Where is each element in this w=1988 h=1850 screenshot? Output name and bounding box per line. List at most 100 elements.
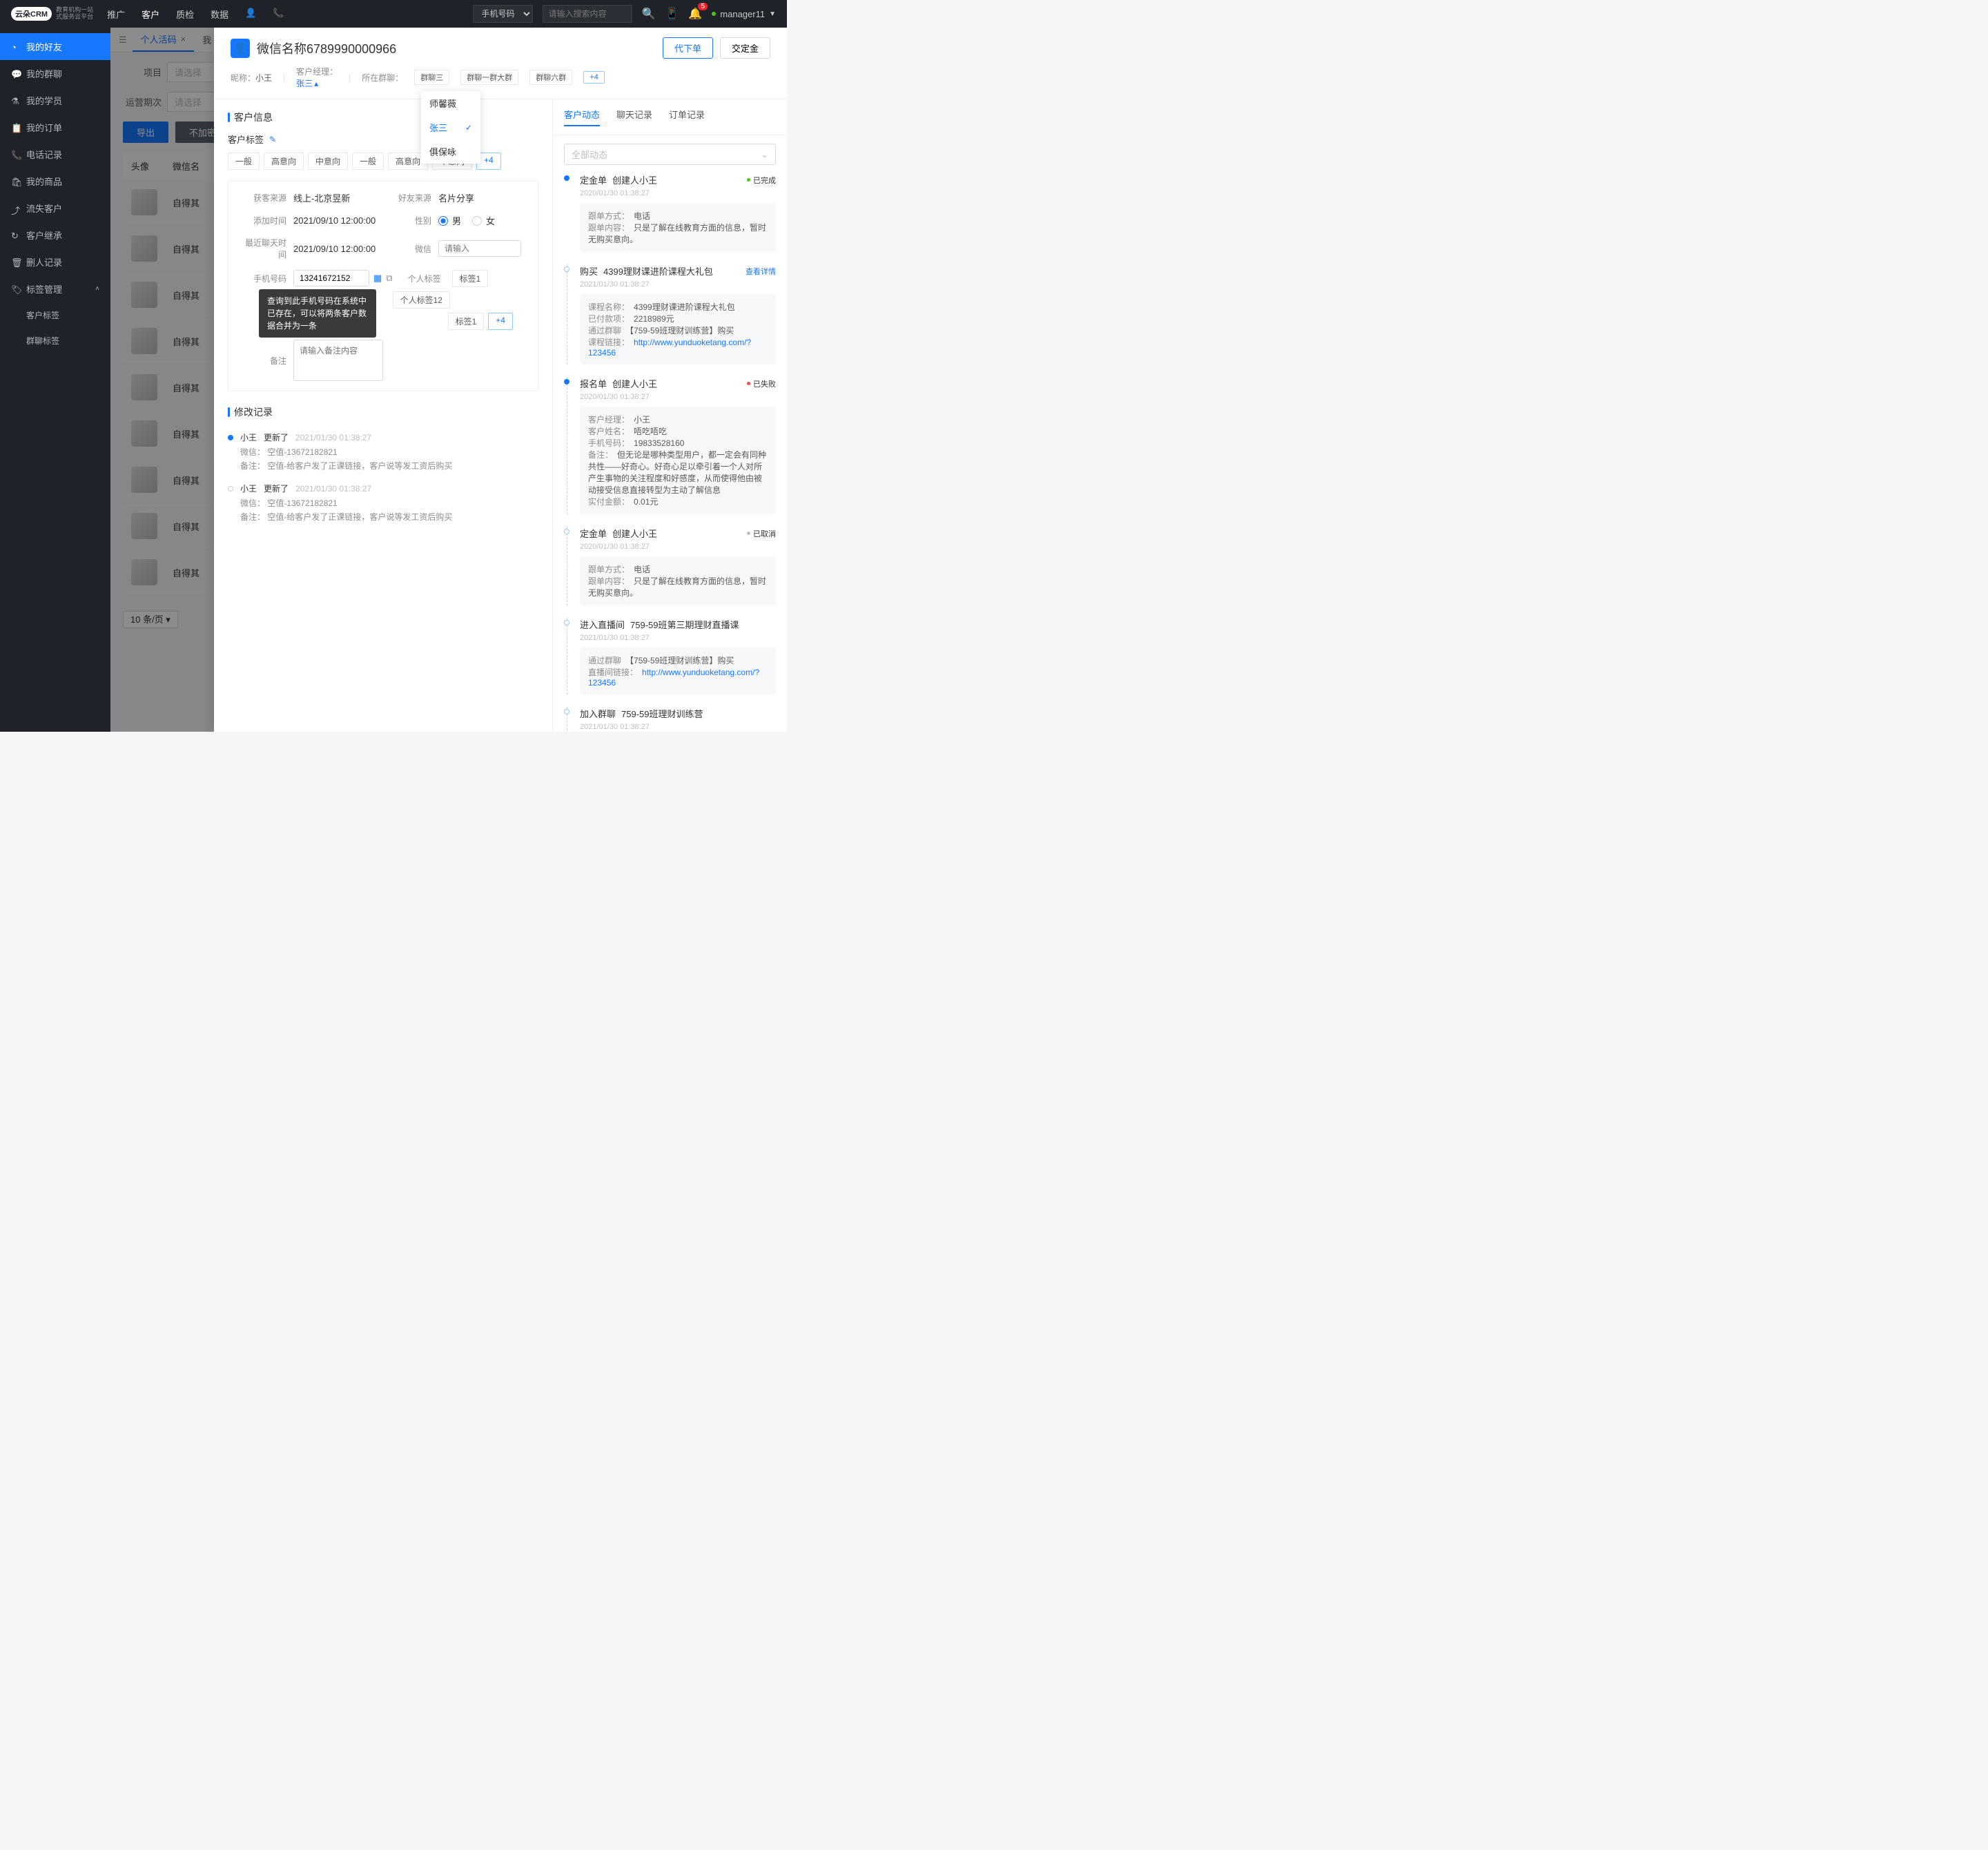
- personal-tag[interactable]: 标签1: [452, 270, 489, 287]
- search-icon[interactable]: 🔍: [642, 7, 656, 21]
- bell-icon[interactable]: 🔔5: [688, 7, 702, 21]
- grid-icon[interactable]: ▦: [373, 273, 382, 284]
- logo: 云朵CRM 教育机构一站式服务云平台: [11, 7, 93, 21]
- user-icon[interactable]: 👤: [245, 8, 256, 21]
- copy-icon[interactable]: ⧉: [386, 273, 392, 284]
- group-more-chip[interactable]: +4: [583, 71, 605, 84]
- customer-tag[interactable]: 一般: [352, 153, 384, 170]
- activity-item: 购买4399理财课进阶课程大礼包查看详情2021/01/30 01:38:27课…: [567, 264, 776, 364]
- mobile-icon[interactable]: 📱: [665, 7, 679, 21]
- gender-female-radio[interactable]: 女: [472, 214, 495, 227]
- lost-icon: ⤴: [11, 204, 21, 213]
- group-chip[interactable]: 群聊六群: [529, 70, 572, 85]
- tab-chat[interactable]: 聊天记录: [616, 108, 652, 126]
- chevron-down-icon: ⌄: [761, 149, 768, 160]
- customer-tag[interactable]: 高意向: [264, 153, 304, 170]
- group-chip[interactable]: 群聊一群大群: [460, 70, 518, 85]
- nav-promote[interactable]: 推广: [107, 8, 125, 21]
- mod-log-item: 小王更新了2021/01/30 01:38:27微信： 空值-136721828…: [228, 483, 538, 523]
- calls-icon: 📞: [11, 150, 21, 159]
- add-time-label: 添加时间: [238, 215, 286, 226]
- search-input[interactable]: [543, 5, 632, 23]
- deposit-button[interactable]: 交定金: [720, 37, 770, 59]
- sidebar-item-orders[interactable]: 📋我的订单: [0, 114, 110, 141]
- sidebar-item-lost[interactable]: ⤴流失客户: [0, 195, 110, 222]
- customer-tag[interactable]: 中意向: [308, 153, 348, 170]
- section-customer-info: 客户信息: [228, 110, 538, 124]
- activity-filter-select[interactable]: 全部动态⌄: [564, 144, 776, 165]
- remark-textarea[interactable]: [293, 340, 383, 381]
- phone-icon[interactable]: 📞: [273, 8, 284, 21]
- activity-item: 报名单创建人小王已失败2020/01/30 01:38:27客户经理：小王客户姓…: [567, 377, 776, 514]
- nav-customer[interactable]: 客户: [142, 8, 159, 21]
- manager-dropdown[interactable]: 张三 ▴: [296, 77, 338, 89]
- delete-icon: 🗑: [11, 257, 21, 267]
- order-button[interactable]: 代下单: [663, 37, 713, 59]
- dropdown-option[interactable]: 师馨薇: [421, 91, 480, 115]
- personal-tag-more[interactable]: +4: [488, 313, 513, 330]
- sidebar-item-tags[interactable]: 🏷标签管理˄: [0, 275, 110, 302]
- last-chat-label: 最近聊天时间: [238, 237, 286, 260]
- edit-tags-icon[interactable]: ✎: [269, 135, 276, 144]
- sidebar-sub-customer-tags[interactable]: 客户标签: [0, 302, 110, 328]
- section-mod-log: 修改记录: [228, 405, 538, 419]
- activity-dot: [564, 379, 569, 384]
- user-menu[interactable]: manager11▼: [712, 9, 776, 19]
- phone-label: 手机号码: [238, 273, 286, 284]
- products-icon: 🛍: [11, 177, 21, 186]
- friend-source-label: 好友来源: [383, 192, 431, 204]
- activity-item: 进入直播间759-59班第三期理财直播课2021/01/30 01:38:27通…: [567, 618, 776, 694]
- activity-status: 已完成: [747, 175, 776, 186]
- wechat-input[interactable]: [438, 240, 521, 257]
- tags-label: 客户标签: [228, 133, 264, 146]
- timeline-dot: [228, 486, 233, 491]
- activity-dot: [564, 709, 569, 714]
- tags-icon: 🏷: [11, 284, 21, 294]
- students-icon: ⚗: [11, 96, 21, 106]
- nav-qc[interactable]: 质检: [176, 8, 194, 21]
- add-time-value: 2021/09/10 12:00:00: [293, 215, 376, 226]
- activity-item: 定金单创建人小王已完成2020/01/30 01:38:27跟单方式：电话跟单内…: [567, 173, 776, 252]
- dropdown-option-selected[interactable]: 张三✓: [421, 115, 480, 139]
- search-type-select[interactable]: 手机号码: [473, 5, 533, 23]
- chevron-up-icon: ˄: [95, 285, 99, 293]
- personal-tags-label: 个人标签: [393, 273, 441, 284]
- timeline-dot: [228, 435, 233, 440]
- sidebar-item-products[interactable]: 🛍我的商品: [0, 168, 110, 195]
- activity-item: 加入群聊759-59班理财训练营2021/01/30 01:38:27入群方式：…: [567, 707, 776, 732]
- phone-input[interactable]: [293, 270, 369, 286]
- personal-tag[interactable]: 个人标签12: [393, 291, 450, 309]
- customer-drawer: 👤 微信名称6789990000966 代下单 交定金 昵称：小王 | 客户经理…: [214, 28, 787, 732]
- activity-dot: [564, 529, 569, 534]
- friends-icon: ◔: [11, 42, 21, 52]
- nav-data[interactable]: 数据: [211, 8, 228, 21]
- groups-icon: 💬: [11, 69, 21, 79]
- sidebar-item-calls[interactable]: 📞电话记录: [0, 141, 110, 168]
- tab-activity[interactable]: 客户动态: [564, 108, 600, 126]
- sidebar-item-inherit[interactable]: ↻客户继承: [0, 222, 110, 249]
- inherit-icon: ↻: [11, 231, 21, 240]
- remark-label: 备注: [238, 355, 286, 367]
- personal-tag[interactable]: 标签1: [448, 313, 485, 330]
- gender-male-radio[interactable]: 男: [438, 214, 461, 227]
- tab-orders[interactable]: 订单记录: [669, 108, 705, 126]
- sidebar-item-delete[interactable]: 🗑删人记录: [0, 249, 110, 275]
- sidebar-sub-group-tags[interactable]: 群聊标签: [0, 328, 110, 353]
- sidebar-item-groups[interactable]: 💬我的群聊: [0, 60, 110, 87]
- customer-tag[interactable]: 一般: [228, 153, 260, 170]
- last-chat-value: 2021/09/10 12:00:00: [293, 244, 376, 254]
- activity-dot: [564, 266, 569, 272]
- activity-item: 定金单创建人小王已取消2020/01/30 01:38:27跟单方式：电话跟单内…: [567, 527, 776, 605]
- view-detail-link[interactable]: 查看详情: [746, 266, 776, 277]
- sidebar-item-students[interactable]: ⚗我的学员: [0, 87, 110, 114]
- source-value: 线上-北京昱新: [293, 191, 350, 204]
- activity-status: 已失败: [747, 378, 776, 389]
- sidebar-item-friends[interactable]: ◔我的好友: [0, 33, 110, 60]
- activity-dot: [564, 620, 569, 625]
- dropdown-option[interactable]: 俱保咏: [421, 139, 480, 164]
- source-label: 获客来源: [238, 192, 286, 204]
- top-nav: 推广 客户 质检 数据 👤 📞: [107, 8, 284, 21]
- group-chip[interactable]: 群聊三: [414, 70, 449, 85]
- wechat-label: 微信: [383, 243, 431, 255]
- activity-dot: [564, 175, 569, 181]
